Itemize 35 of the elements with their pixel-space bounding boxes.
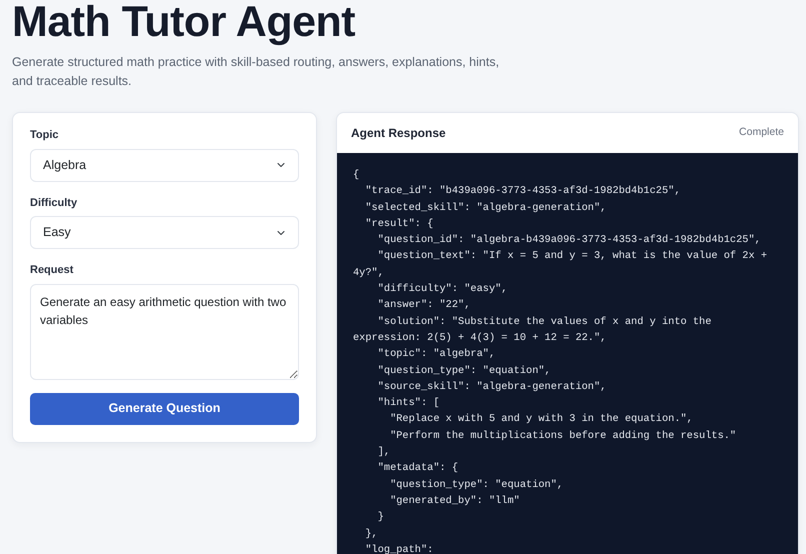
code-line: "Perform the multiplications before adding the results." bbox=[389, 428, 736, 444]
code-line: "log_path": bbox=[364, 542, 434, 554]
code-line: "question_type": "equation", bbox=[389, 478, 564, 493]
code-line: "result": { bbox=[364, 216, 434, 232]
page-title: Math Tutor Agent bbox=[12, 0, 356, 44]
code-line: "question_type": "equation", bbox=[376, 364, 551, 379]
code-line: "source_skill": "algebra-generation", bbox=[376, 380, 606, 395]
code-line: ], bbox=[376, 445, 390, 460]
code-line: "question_id": "algebra-b439a096-3773-4353-af3d-1982bd4b1c25", bbox=[376, 233, 761, 248]
code-line: { bbox=[353, 168, 360, 183]
code-line: }, bbox=[364, 526, 378, 542]
request-textarea[interactable]: Generate an easy arithmetic question with two variables bbox=[30, 284, 299, 380]
code-line: "difficulty": "easy", bbox=[376, 282, 508, 298]
response-status: Complete bbox=[739, 125, 784, 140]
code-line: expression: 2(5) + 4(3) = 10 + 12 = 22.", bbox=[353, 330, 606, 346]
code-line: "question_text": "If x = 5 and y = 3, what is the value of 2x + bbox=[376, 249, 768, 264]
code-line: "generated_by": "llm" bbox=[389, 494, 520, 509]
generate-button[interactable]: Generate Question bbox=[30, 392, 299, 424]
field-label: Difficulty bbox=[30, 196, 78, 210]
code-line: "metadata": { bbox=[376, 461, 458, 476]
code-line: "topic": "algebra", bbox=[376, 347, 496, 362]
page-subtitle: Generate structured math practice with skill-based routing, answers, explanations, hints, and traceable results. bbox=[12, 54, 500, 90]
code-line: "answer": "22", bbox=[376, 298, 470, 314]
dropdown[interactable]: Algebra bbox=[30, 148, 299, 182]
code-line: "trace_id": "b439a096-3773-4353-af3d-1982bd4b1c25", bbox=[364, 184, 680, 200]
field-label: Request bbox=[30, 263, 74, 278]
code-line: 4y?", bbox=[353, 266, 384, 281]
response-title: Agent Response bbox=[351, 125, 446, 142]
code-line: "Replace x with 5 and y with 3 in the equation.", bbox=[389, 412, 693, 428]
code-line: "hints": [ bbox=[376, 396, 440, 412]
code-line: } bbox=[376, 510, 384, 526]
field-label: Topic bbox=[30, 128, 60, 143]
dropdown[interactable]: Easy bbox=[30, 216, 299, 249]
code-line: "selected_skill": "algebra-generation", bbox=[364, 200, 606, 216]
code-line: "solution": "Substitute the values of x and y into the bbox=[376, 314, 712, 330]
